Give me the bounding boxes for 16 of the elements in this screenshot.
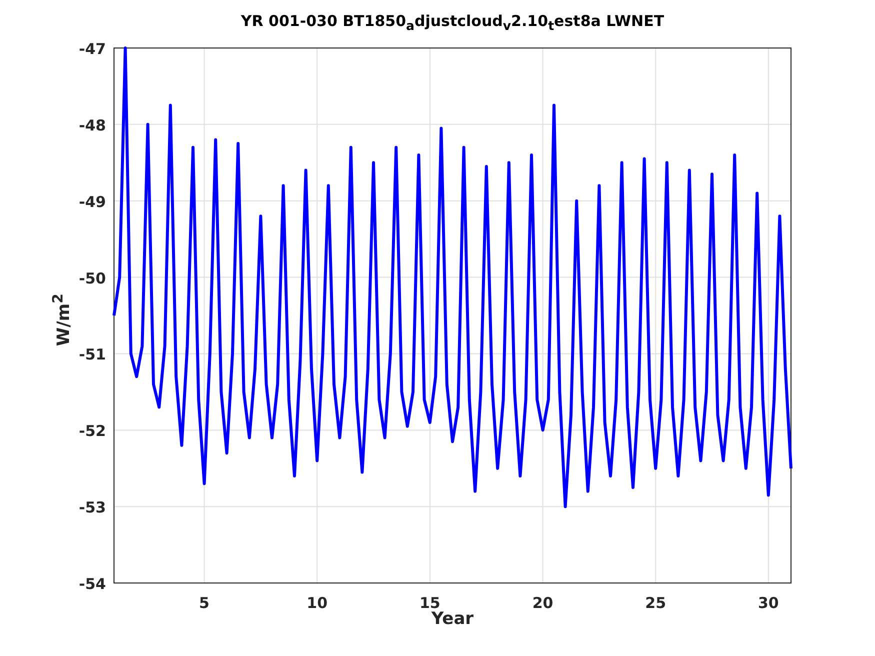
chart-title: YR 001-030 BT1850$_{a}$djustcloud$_{v}$2.10$_{t}$est8a LWNET <box>240 12 664 33</box>
tick-label: -52 <box>78 422 106 440</box>
tick-label: 25 <box>645 594 666 612</box>
tick-label: 20 <box>532 594 554 612</box>
tick-label: -53 <box>78 498 106 517</box>
tick-label: 15 <box>420 594 440 612</box>
tick-label: -51 <box>78 346 106 364</box>
tick-label: -48 <box>78 116 106 134</box>
tick-label: -50 <box>78 269 106 288</box>
tick-label: 5 <box>199 594 210 612</box>
axis-label: Year <box>431 609 474 629</box>
tick-label: -49 <box>78 192 106 211</box>
tick-label: -54 <box>78 575 106 593</box>
tick-label: 10 <box>306 594 328 612</box>
tick-label: 30 <box>758 594 779 612</box>
tick-label: -47 <box>78 40 106 58</box>
